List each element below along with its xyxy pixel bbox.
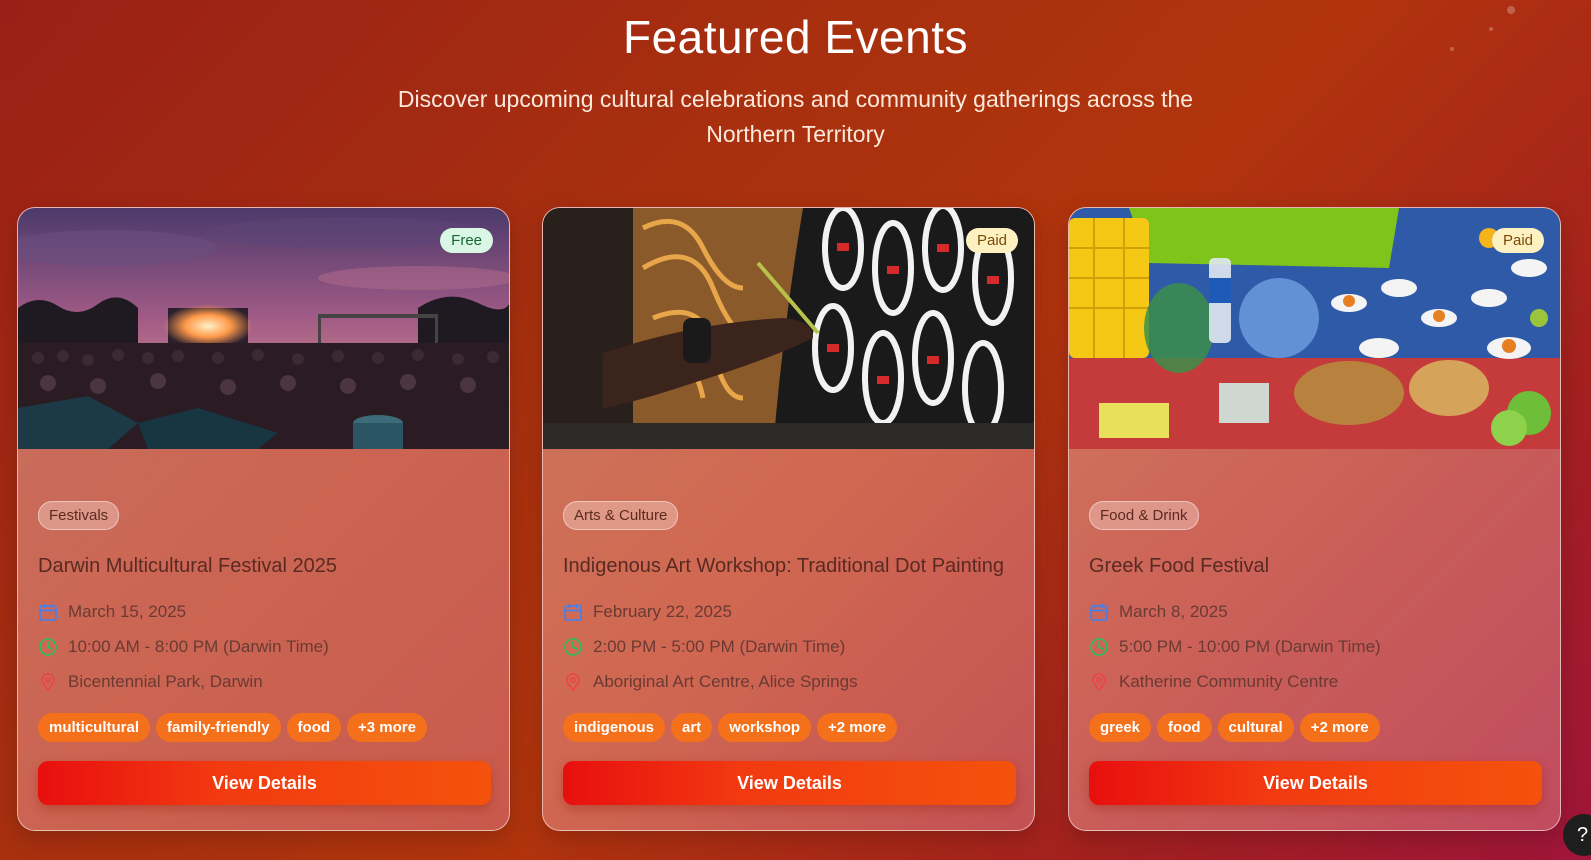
event-image-festival: Free — [18, 208, 509, 449]
event-location-text: Katherine Community Centre — [1119, 671, 1339, 691]
tag-list: indigenous art workshop +2 more — [563, 713, 1014, 742]
event-time-text: 5:00 PM - 10:00 PM (Darwin Time) — [1119, 636, 1381, 656]
tag[interactable]: greek — [1089, 713, 1152, 742]
event-date-text: February 22, 2025 — [593, 601, 732, 621]
price-badge: Paid — [1491, 228, 1544, 253]
tag-list: greek food cultural +2 more — [1089, 713, 1540, 742]
page-title: Featured Events — [622, 11, 969, 63]
clock-icon — [39, 637, 57, 656]
tag[interactable]: family-friendly — [156, 713, 281, 742]
tag-list: multicultural family-friendly food +3 mo… — [38, 713, 489, 742]
event-date-text: March 8, 2025 — [1119, 601, 1228, 621]
price-badge: Free — [440, 228, 493, 253]
tag[interactable]: workshop — [718, 713, 812, 742]
category-badge: Festivals — [38, 501, 120, 530]
event-title: Darwin Multicultural Festival 2025 — [38, 555, 338, 577]
event-time-text: 10:00 AM - 8:00 PM (Darwin Time) — [68, 636, 329, 656]
event-time: 5:00 PM - 10:00 PM (Darwin Time) — [1089, 629, 1540, 664]
map-pin-icon — [41, 672, 55, 691]
event-time: 10:00 AM - 8:00 PM (Darwin Time) — [38, 629, 489, 664]
subtitle-line-1: Discover upcoming cultural celebrations … — [397, 86, 1194, 112]
category-badge: Food & Drink — [1089, 501, 1199, 530]
price-badge: Paid — [965, 228, 1018, 253]
event-date: March 8, 2025 — [1089, 594, 1540, 629]
clock-icon — [564, 637, 582, 656]
view-details-button[interactable]: View Details — [563, 761, 1016, 805]
event-card[interactable]: Paid Food & Drink Greek Food Festival Ma… — [1068, 207, 1561, 831]
calendar-icon — [39, 603, 57, 621]
more-tags[interactable]: +3 more — [347, 713, 427, 742]
tag[interactable]: multicultural — [38, 713, 151, 742]
event-time: 2:00 PM - 5:00 PM (Darwin Time) — [563, 629, 1014, 664]
event-time-text: 2:00 PM - 5:00 PM (Darwin Time) — [593, 636, 846, 656]
event-date-text: March 15, 2025 — [68, 601, 187, 621]
event-location-text: Bicentennial Park, Darwin — [68, 671, 263, 691]
tag[interactable]: cultural — [1217, 713, 1294, 742]
help-button[interactable]: ? — [1563, 814, 1591, 856]
event-title: Greek Food Festival — [1089, 555, 1270, 577]
page-header: Featured Events Discover upcoming cultur… — [0, 0, 1591, 152]
event-title: Indigenous Art Workshop: Traditional Dot… — [563, 555, 1004, 577]
tag[interactable]: indigenous — [563, 713, 665, 742]
calendar-icon — [564, 603, 582, 621]
view-details-button[interactable]: View Details — [1089, 761, 1542, 805]
event-image-art: Paid — [543, 208, 1034, 449]
event-card[interactable]: Paid Arts & Culture Indigenous Art Works… — [542, 207, 1035, 831]
event-date: February 22, 2025 — [563, 594, 1014, 629]
more-tags[interactable]: +2 more — [817, 713, 897, 742]
category-badge: Arts & Culture — [563, 501, 679, 530]
event-location: Bicentennial Park, Darwin — [38, 664, 489, 699]
map-pin-icon — [566, 672, 580, 691]
clock-icon — [1090, 637, 1108, 656]
event-location-text: Aboriginal Art Centre, Alice Springs — [593, 671, 858, 691]
more-tags[interactable]: +2 more — [1299, 713, 1380, 742]
tag[interactable]: art — [671, 713, 713, 742]
tag[interactable]: food — [286, 713, 342, 742]
map-pin-icon — [1092, 672, 1106, 691]
event-location: Katherine Community Centre — [1089, 664, 1540, 699]
subtitle-line-2: Northern Territory — [706, 121, 885, 147]
page-subtitle: Discover upcoming cultural celebrations … — [396, 82, 1196, 152]
event-date: March 15, 2025 — [38, 594, 489, 629]
event-card[interactable]: Free Festivals Darwin Multicultural Fest… — [17, 207, 510, 831]
event-location: Aboriginal Art Centre, Alice Springs — [563, 664, 1014, 699]
tag[interactable]: food — [1157, 713, 1212, 742]
event-image-food: Paid — [1069, 208, 1560, 449]
calendar-icon — [1090, 603, 1108, 621]
view-details-button[interactable]: View Details — [38, 761, 491, 805]
